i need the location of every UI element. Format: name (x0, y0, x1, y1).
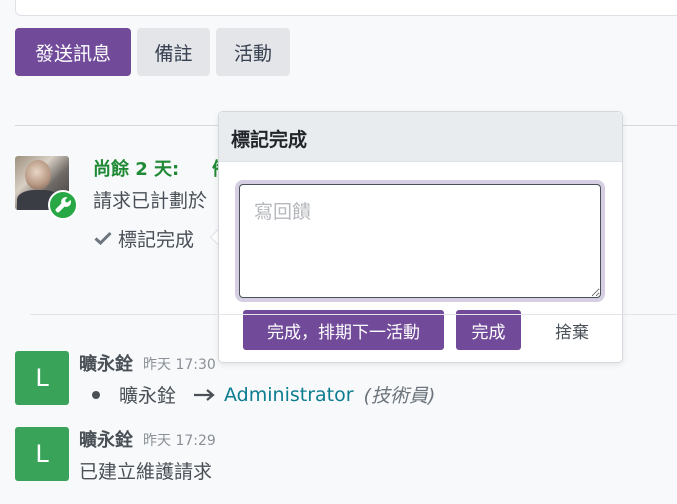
wrench-icon (48, 190, 78, 220)
composer-card (15, 0, 677, 16)
send-message-button[interactable]: 發送訊息 (15, 28, 131, 76)
avatar[interactable]: L (15, 427, 69, 481)
message-author[interactable]: 曠永銓 (79, 350, 133, 376)
feedback-input[interactable] (239, 184, 601, 298)
check-icon (94, 228, 112, 250)
done-schedule-next-button[interactable]: 完成，排期下一活動 (243, 310, 444, 350)
discard-button[interactable]: 捨棄 (533, 310, 611, 350)
arrow-right-icon (194, 384, 216, 406)
message-time: 昨天 17:29 (143, 433, 216, 449)
divider (30, 314, 677, 315)
tracking-old-value: 曠永銓 (119, 385, 177, 407)
tracking-new-value: Administrator (224, 383, 354, 406)
activity-due-label: 尚餘 2 天: (93, 159, 180, 180)
popover-title: 標記完成 (219, 112, 622, 162)
tracking-value: 曠永銓 Administrator (技術員) (92, 381, 435, 408)
mark-done-link[interactable]: 標記完成 (94, 225, 194, 252)
message-body: 已建立維護請求 (79, 461, 213, 483)
message-time: 昨天 17:30 (143, 357, 216, 373)
activity-summary: 請求已計劃於 (93, 190, 208, 212)
message-author[interactable]: 曠永銓 (79, 426, 133, 452)
tracking-field-name: (技術員) (363, 385, 436, 407)
bullet (92, 390, 100, 399)
mark-done-popover: 標記完成 完成，排期下一活動 完成 捨棄 (218, 111, 623, 363)
avatar[interactable]: L (15, 351, 69, 405)
mark-done-label: 標記完成 (118, 229, 195, 251)
chatter-toolbar: 發送訊息 備註 活動 (15, 28, 290, 76)
activity-button[interactable]: 活動 (216, 28, 290, 76)
done-button[interactable]: 完成 (456, 310, 521, 350)
popover-actions: 完成，排期下一活動 完成 捨棄 (243, 310, 611, 350)
log-note-button[interactable]: 備註 (137, 28, 210, 76)
